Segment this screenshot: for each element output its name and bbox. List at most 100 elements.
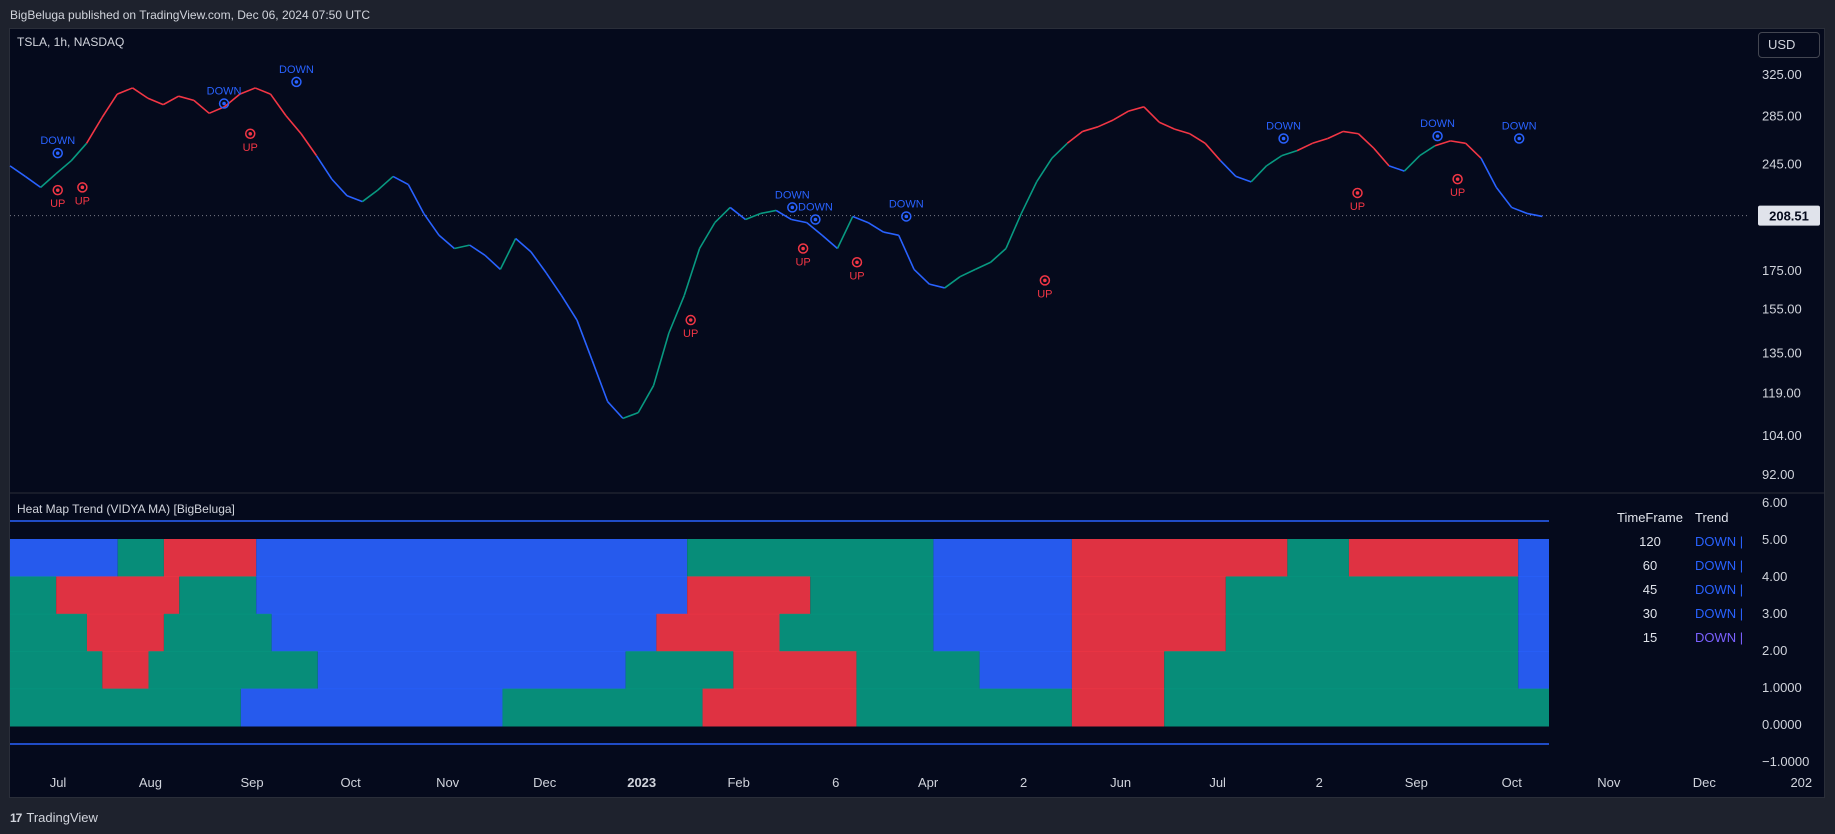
trend-header: Trend — [1695, 509, 1729, 525]
up-signal-label: UP — [795, 256, 810, 268]
heatmap-cell — [117, 539, 164, 577]
time-tick-label: Jun — [1110, 775, 1131, 790]
heat-tick-label: 6.00 — [1762, 495, 1787, 510]
up-signal-label: UP — [683, 328, 698, 340]
price-grid — [10, 215, 1824, 494]
signal-dot — [1281, 136, 1286, 141]
price-segment — [101, 93, 118, 119]
heat-tick-label: 1.0000 — [1762, 680, 1802, 695]
down-signal-label: DOWN — [279, 64, 314, 76]
tradingview-logo[interactable]: 17 TradingView — [10, 810, 98, 825]
up-signal-label: UP — [50, 198, 65, 210]
time-tick-label: Apr — [918, 775, 939, 790]
heatmap-cell — [656, 613, 780, 652]
price-segment — [1174, 128, 1191, 135]
heatmap-cell — [733, 651, 857, 690]
trend-timeframe: 60 — [1642, 557, 1658, 573]
heatmap-cell — [56, 576, 180, 615]
price-tick-label: 155.00 — [1762, 302, 1802, 317]
heatmap-cell — [1071, 539, 1288, 577]
heatmap-cell — [163, 613, 272, 652]
price-segment — [913, 268, 930, 285]
price-segment — [454, 244, 470, 250]
price-series — [9, 87, 1543, 420]
heatmap-cell — [1225, 613, 1519, 652]
tradingview-brand: TradingView — [26, 810, 98, 825]
indicator-label[interactable]: Heat Map Trend (VIDYA MA) [BigBeluga] — [17, 502, 235, 516]
heatmap-cell — [625, 651, 734, 690]
price-segment — [55, 160, 72, 175]
trend-row: 60 DOWN | — [1605, 553, 1755, 577]
price-segment — [883, 231, 899, 237]
price-annotations: DOWNUP UPDOWNUPDOWNUPDOWNDOWNUPUPDOWNUPDO… — [40, 64, 1536, 340]
price-segment — [24, 175, 42, 189]
heatmap-cell — [271, 613, 657, 652]
price-tick-label: 245.00 — [1762, 157, 1802, 172]
price-segment — [85, 117, 103, 144]
trend-value: DOWN | — [1695, 605, 1744, 621]
time-tick-label: 6 — [832, 775, 839, 790]
heatmap-cell — [148, 651, 318, 690]
trend-timeframe: 45 — [1642, 581, 1658, 597]
heatmap-cell — [1071, 613, 1226, 652]
signal-dot — [248, 131, 253, 136]
bottom-bar — [0, 798, 1835, 834]
heatmap-cell — [10, 688, 241, 727]
price-segment — [1266, 154, 1283, 167]
heatmap-cell — [1164, 651, 1519, 690]
price-segment — [193, 99, 210, 114]
price-segment — [1281, 149, 1298, 157]
down-signal-label: DOWN — [1502, 120, 1537, 132]
up-signal-label: UP — [849, 270, 864, 282]
price-segment — [607, 400, 624, 419]
price-segment — [1204, 142, 1222, 162]
time-tick-label: 2 — [1020, 775, 1027, 790]
heatmap-cell — [10, 576, 57, 615]
price-segment — [1112, 110, 1129, 121]
trend-value: DOWN | — [1695, 533, 1744, 549]
heatmap-cell — [163, 539, 257, 577]
heatmap-cell — [933, 576, 1072, 615]
price-segment — [515, 237, 532, 253]
heatmap-cell — [1518, 539, 1549, 577]
signal-dot — [1455, 177, 1460, 181]
symbol-label[interactable]: TSLA, 1h, NASDAQ — [17, 35, 124, 49]
signal-dot — [855, 260, 859, 265]
heat-tick-label: 4.00 — [1762, 569, 1787, 584]
up-signal-label: UP — [1037, 288, 1052, 300]
trend-row: 30 DOWN | — [1605, 601, 1755, 625]
price-segment — [438, 234, 455, 250]
price-segment — [1005, 213, 1023, 249]
heatmap-cell — [179, 576, 257, 615]
heatmap-cell — [687, 576, 811, 615]
trend-value: DOWN | — [1695, 629, 1744, 645]
down-signal-label: DOWN — [40, 135, 75, 147]
signal-dot — [688, 318, 693, 322]
price-segment — [576, 319, 594, 361]
price-segment — [929, 283, 945, 289]
down-signal-label: DOWN — [775, 189, 810, 201]
price-segment — [40, 173, 57, 188]
price-axis: 325.00 285.00 245.00 208.51 175.00 155.00 135.… — [1758, 67, 1820, 482]
heatmap-cell — [687, 539, 934, 577]
price-segment — [898, 234, 915, 270]
price-segment — [1296, 142, 1313, 152]
heat-tick-label: −1.0000 — [1762, 754, 1809, 769]
heatmap-cell — [502, 688, 703, 727]
heatmap-cell — [933, 539, 1072, 577]
currency-button[interactable]: USD — [1758, 32, 1820, 58]
price-segment — [1020, 181, 1038, 214]
price-segment — [990, 247, 1007, 263]
chart-canvas[interactable]: DOWNUP UPDOWNUPDOWNUPDOWNDOWNUPUPDOWNUPDO… — [0, 0, 1835, 834]
heatmap-cell — [779, 613, 934, 652]
price-tick-label: 285.00 — [1762, 109, 1802, 124]
price-segment — [407, 184, 425, 214]
heatmap-cell — [1071, 688, 1165, 727]
price-segment — [821, 234, 838, 250]
heatmap-cell — [10, 613, 87, 652]
heat-tick-label: 5.00 — [1762, 532, 1787, 547]
trend-timeframe: 15 — [1642, 629, 1658, 645]
trend-table-header: TimeFrame Trend — [1605, 505, 1755, 529]
price-segment — [469, 244, 486, 256]
price-tick-label: 104.00 — [1762, 428, 1802, 443]
